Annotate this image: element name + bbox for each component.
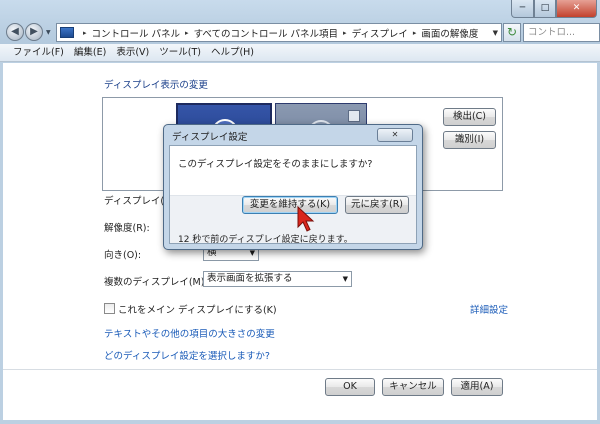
title-bar: ◀ ▶ ▼ ─ □ ✕ ▸ コントロール パネル ▸ すべてのコントロール パネ…	[0, 0, 600, 44]
window-thumbnail-icon	[348, 110, 360, 122]
breadcrumb-separator-icon: ▸	[83, 28, 87, 37]
dialog-countdown: 12 秒で前のディスプレイ設定に戻ります。	[178, 235, 353, 245]
apply-button[interactable]: 適用(A)	[451, 378, 503, 396]
cancel-button[interactable]: キャンセル	[382, 378, 444, 396]
main-display-label: これをメイン ディスプレイにする(K)	[118, 305, 277, 316]
search-input[interactable]: コントロ...	[523, 23, 600, 42]
back-button[interactable]: ◀	[6, 23, 24, 41]
window: ◀ ▶ ▼ ─ □ ✕ ▸ コントロール パネル ▸ すべてのコントロール パネ…	[0, 0, 600, 424]
menu-view[interactable]: 表示(V)	[111, 44, 154, 61]
identify-button[interactable]: 識別(I)	[443, 131, 496, 149]
maximize-button[interactable]: □	[534, 0, 556, 18]
minimize-icon: ─	[519, 3, 526, 13]
back-arrow-icon: ◀	[11, 26, 19, 37]
maximize-icon: □	[540, 3, 550, 13]
multi-display-value: 表示画面を拡張する	[207, 273, 293, 284]
forward-button[interactable]: ▶	[25, 23, 43, 41]
display-settings-dialog: ディスプレイ設定 ✕ このディスプレイ設定をそのままにしますか? 12 秒で前の…	[163, 124, 423, 250]
close-window-button[interactable]: ✕	[556, 0, 597, 18]
menu-bar: ファイル(F) 編集(E) 表示(V) ツール(T) ヘルプ(H)	[0, 44, 600, 62]
revert-button[interactable]: 元に戻す(R)	[345, 196, 409, 214]
breadcrumb-control-panel[interactable]: コントロール パネル	[92, 26, 181, 40]
mouse-cursor-icon	[297, 206, 315, 232]
control-panel-icon	[60, 27, 74, 38]
menu-file[interactable]: ファイル(F)	[8, 44, 69, 61]
forward-arrow-icon: ▶	[30, 26, 38, 37]
breadcrumb-resolution[interactable]: 画面の解像度	[421, 26, 478, 40]
footer-divider	[3, 369, 597, 370]
dialog-question: このディスプレイ設定をそのままにしますか?	[178, 159, 373, 170]
breadcrumb-separator-icon: ▸	[412, 28, 417, 37]
breadcrumb-display[interactable]: ディスプレイ	[352, 26, 408, 40]
multi-display-select[interactable]: 表示画面を拡張する ▼	[203, 271, 352, 287]
minimize-button[interactable]: ─	[511, 0, 534, 18]
breadcrumb-separator-icon: ▸	[343, 28, 347, 37]
ok-button[interactable]: OK	[325, 378, 375, 396]
text-size-link[interactable]: テキストやその他の項目の大きさの変更	[104, 326, 275, 340]
refresh-icon: ↻	[506, 25, 518, 39]
detect-button[interactable]: 検出(C)	[443, 108, 496, 126]
close-icon: ✕	[391, 130, 399, 139]
menu-help[interactable]: ヘルプ(H)	[206, 44, 259, 61]
resolution-label: 解像度(R):	[104, 223, 150, 234]
close-icon: ✕	[572, 3, 581, 13]
keep-changes-button[interactable]: 変更を維持する(K)	[242, 196, 338, 214]
multi-display-label: 複数のディスプレイ(M):	[104, 277, 208, 288]
address-bar[interactable]: ▸ コントロール パネル ▸ すべてのコントロール パネル項目 ▸ ディスプレイ…	[56, 23, 502, 42]
orientation-label: 向き(O):	[104, 250, 142, 261]
main-display-checkbox[interactable]	[104, 303, 115, 314]
menu-edit[interactable]: 編集(E)	[69, 44, 111, 61]
advanced-settings-link[interactable]: 詳細設定	[470, 302, 508, 316]
recent-pages-dropdown-icon[interactable]: ▼	[46, 29, 51, 36]
menu-tools[interactable]: ツール(T)	[154, 44, 206, 61]
chevron-down-icon: ▼	[342, 275, 348, 283]
which-settings-link[interactable]: どのディスプレイ設定を選択しますか?	[104, 348, 270, 362]
dialog-body: このディスプレイ設定をそのままにしますか? 12 秒で前のディスプレイ設定に戻り…	[169, 145, 417, 245]
refresh-button[interactable]: ↻	[503, 23, 521, 42]
dialog-title: ディスプレイ設定	[172, 132, 248, 143]
dialog-close-button[interactable]: ✕	[377, 128, 413, 142]
page-title: ディスプレイ表示の変更	[104, 80, 208, 91]
breadcrumb-separator-icon: ▸	[185, 28, 189, 37]
address-dropdown-icon[interactable]: ▼	[493, 29, 498, 37]
breadcrumb-all-items[interactable]: すべてのコントロール パネル項目	[194, 26, 338, 40]
